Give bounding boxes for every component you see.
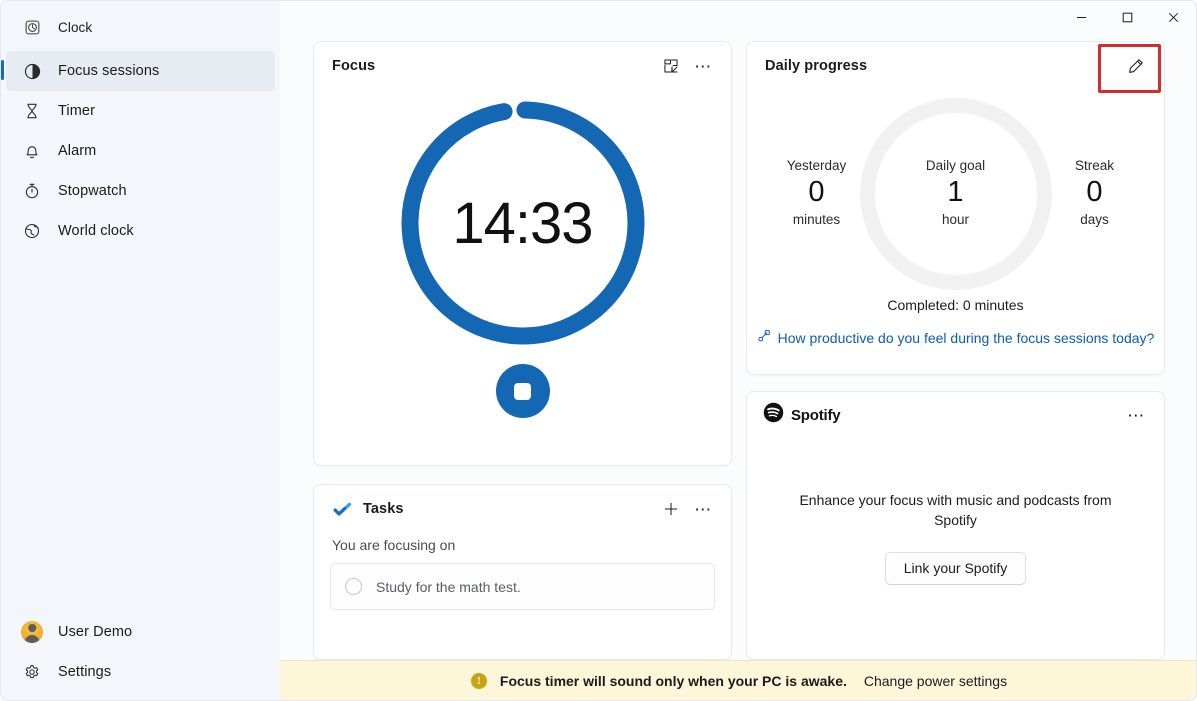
right-column: Daily progress Yesterday 0 minutes Daily… [746,41,1165,660]
spotify-description: Enhance your focus with music and podcas… [799,491,1112,528]
alarm-icon [22,141,42,161]
clock-app-icon [22,17,42,37]
focus-sessions-icon [22,61,42,81]
spotify-card: Spotify ⋯ Enhance your focus with music … [746,391,1165,660]
stat-unit: hour [941,212,970,228]
sidebar-item-world-clock[interactable]: World clock [6,211,275,251]
app-title-label: Clock [58,19,93,35]
focus-card-title: Focus [332,58,376,74]
notification-message: Focus timer will sound only when your PC… [499,672,847,689]
daily-progress-body: Yesterday 0 minutes Daily goal 1 hour St… [747,90,1164,374]
titlebar [280,1,1196,41]
sidebar-item-label: Alarm [58,143,97,159]
stat-label: Daily goal [925,157,986,173]
sidebar-item-label: Stopwatch [58,183,127,199]
sidebar-bottom: User Demo Settings [1,612,280,700]
stop-focus-button[interactable] [495,364,550,418]
settings-label: Settings [58,664,112,680]
spotify-brand: Spotify [763,402,841,428]
sidebar: Clock Focus sessions Timer Alarm Stopwat… [1,1,280,700]
sidebar-item-settings[interactable]: Settings [6,652,275,692]
stat-label: Yesterday [786,157,847,173]
stat-unit: days [1080,212,1109,228]
mini-view-icon[interactable] [655,51,687,81]
stat-streak: Streak 0 days [1025,158,1164,227]
stop-square-icon [514,382,531,400]
main-area: Focus ⋯ 14:33 Tasks ⋯ You are focusing o… [280,1,1196,700]
world-clock-icon [22,221,42,241]
focus-timer-ring: 14:33 [398,98,648,348]
stat-value: 1 [947,175,964,208]
sidebar-item-stopwatch[interactable]: Stopwatch [6,171,275,211]
sidebar-item-label: World clock [58,223,134,239]
link-spotify-button[interactable]: Link your Spotify [884,552,1027,586]
stat-value: 0 [1086,175,1103,208]
feedback-link-text: How productive do you feel during the fo… [777,329,1155,346]
tasks-subtitle: You are focusing on [332,537,456,553]
focus-timer-body: 14:33 [314,90,731,465]
feedback-link[interactable]: How productive do you feel during the fo… [747,329,1164,346]
avatar [21,621,43,643]
stopwatch-icon [22,181,42,201]
sidebar-item-focus-sessions[interactable]: Focus sessions [1,51,275,91]
stat-daily-goal: Daily goal 1 hour [886,158,1025,227]
edit-pencil-icon[interactable] [1120,51,1152,81]
change-power-settings-link[interactable]: Change power settings [864,673,1007,689]
left-column: Focus ⋯ 14:33 Tasks ⋯ You are focusing o… [313,41,732,660]
task-checkbox-icon[interactable] [345,578,362,595]
stat-label: Streak [1074,157,1115,173]
completed-text: Completed: 0 minutes [887,297,1024,313]
add-task-icon[interactable] [655,494,687,524]
stat-yesterday: Yesterday 0 minutes [747,158,886,227]
tasks-card: Tasks ⋯ You are focusing on Study for th… [313,484,732,660]
focus-card: Focus ⋯ 14:33 [313,41,732,466]
spotify-card-body: Enhance your focus with music and podcas… [747,438,1164,659]
daily-stats-row: Yesterday 0 minutes Daily goal 1 hour St… [747,90,1164,295]
close-button[interactable] [1150,1,1196,33]
user-name-label: User Demo [58,624,133,640]
task-list-item[interactable]: Study for the math test. [330,563,715,610]
more-options-icon[interactable]: ⋯ [1120,400,1152,430]
feedback-icon [757,329,771,346]
tasks-card-header: Tasks ⋯ [314,485,731,533]
sidebar-item-label: Timer [58,103,96,119]
app-title-row: Clock [6,7,275,47]
sidebar-item-timer[interactable]: Timer [6,91,275,131]
sidebar-item-alarm[interactable]: Alarm [6,131,275,171]
focus-time-remaining: 14:33 [452,190,593,256]
sidebar-item-label: Focus sessions [58,63,160,79]
daily-progress-header: Daily progress [747,42,1164,90]
spotify-brand-label: Spotify [791,406,841,424]
notification-bar: ! Focus timer will sound only when your … [280,660,1196,700]
daily-goal-ring-area: Yesterday 0 minutes Daily goal 1 hour St… [747,90,1164,295]
maximize-button[interactable] [1104,1,1150,33]
focus-card-header: Focus ⋯ [314,42,731,90]
warning-info-icon: ! [470,672,487,689]
gear-icon [22,662,42,682]
spotify-card-header: Spotify ⋯ [747,392,1164,438]
daily-progress-title: Daily progress [765,58,868,74]
clock-app-window: Clock Focus sessions Timer Alarm Stopwat… [0,0,1197,701]
timer-icon [22,101,42,121]
content-columns: Focus ⋯ 14:33 Tasks ⋯ You are focusing o… [280,41,1196,660]
stat-value: 0 [808,175,825,208]
daily-progress-card: Daily progress Yesterday 0 minutes Daily… [746,41,1165,375]
minimize-button[interactable] [1058,1,1104,33]
stat-unit: minutes [792,212,841,228]
spotify-logo-icon [763,402,784,428]
more-options-icon[interactable]: ⋯ [687,494,719,524]
task-text: Study for the math test. [376,578,521,595]
more-options-icon[interactable]: ⋯ [687,51,719,81]
sidebar-item-user[interactable]: User Demo [6,612,275,652]
microsoft-todo-icon [332,499,352,519]
tasks-card-title: Tasks [363,501,404,517]
